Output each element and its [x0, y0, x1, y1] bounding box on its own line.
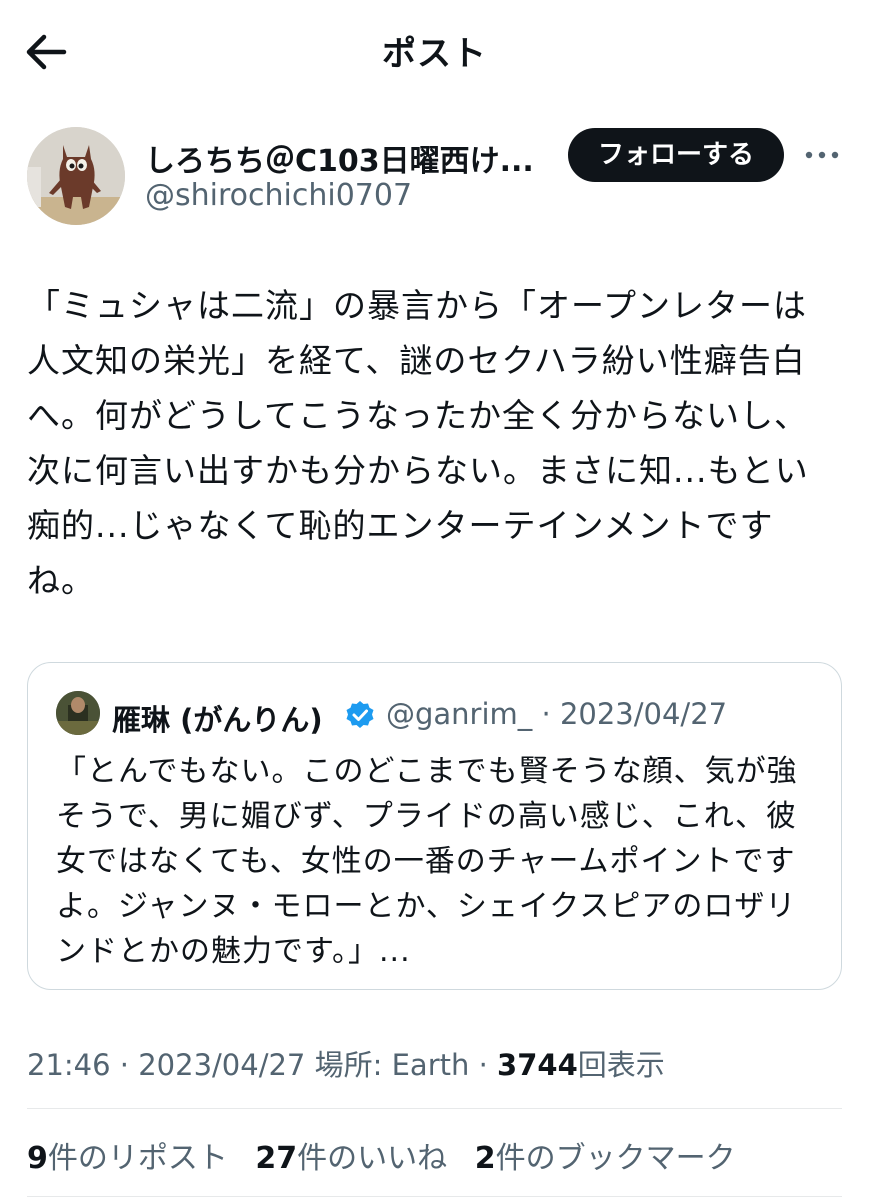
views-label: 回表示 — [577, 1048, 665, 1082]
page-title: ポスト — [382, 34, 487, 74]
top-bar: ポスト — [0, 0, 869, 100]
meta-separator: · — [119, 1048, 130, 1082]
quoted-author-avatar — [56, 691, 100, 735]
bookmarks-stat[interactable]: 2件のブックマーク — [475, 1133, 736, 1177]
post-time[interactable]: 21:46 — [27, 1048, 111, 1082]
reposts-label: 件のリポスト — [47, 1141, 228, 1176]
quoted-post-card[interactable]: 雁琳 (がんりん) @ganrim_ · 2023/04/27 「とんでもない。… — [27, 662, 842, 990]
more-horizontal-icon — [805, 151, 839, 159]
avatar-image — [27, 127, 125, 225]
follow-button[interactable]: フォローする — [568, 128, 784, 182]
author-display-name[interactable]: しろちち＠C103日曜西け... — [145, 136, 555, 180]
more-options-button[interactable] — [802, 138, 842, 172]
verified-badge-icon — [344, 699, 376, 731]
likes-count: 27 — [255, 1141, 298, 1176]
bookmarks-label: 件のブックマーク — [495, 1141, 736, 1176]
quoted-author-name: 雁琳 (がんりん) — [112, 703, 323, 737]
quoted-post-date: 2023/04/27 — [559, 697, 728, 731]
meta-separator: · — [478, 1048, 488, 1082]
likes-stat[interactable]: 27件のいいね — [255, 1133, 447, 1177]
likes-label: 件のいいね — [297, 1141, 448, 1176]
divider — [27, 1196, 842, 1197]
divider — [27, 1108, 842, 1109]
author-handle[interactable]: @shirochichi0707 — [145, 178, 412, 213]
quoted-author-handle: @ganrim_ — [386, 697, 533, 731]
author-avatar[interactable] — [27, 127, 125, 225]
post-detail-page: ポスト しろちち＠C103日曜西け... @shirochichi0707 フォ… — [0, 0, 869, 1200]
bookmarks-count: 2 — [474, 1141, 496, 1176]
quoted-post-meta: @ganrim_ · 2023/04/27 — [386, 697, 727, 731]
reposts-count: 9 — [27, 1141, 48, 1176]
reposts-stat[interactable]: 9件のリポスト — [27, 1133, 228, 1177]
views-count: 3744 — [497, 1048, 578, 1082]
engagement-stats: 9件のリポスト 27件のいいね 2件のブックマーク — [27, 1133, 754, 1177]
post-location: 場所: Earth — [314, 1048, 470, 1082]
avatar-image — [56, 691, 100, 735]
quoted-post-text: 「とんでもない。このどこまでも賢そうな顔、気が強 そうで、男に媚びず、プライドの… — [56, 754, 798, 969]
post-date[interactable]: 2023/04/27 — [138, 1048, 305, 1082]
post-meta-line: 21:46 · 2023/04/27 場所: Earth · 3744回表示 — [27, 1042, 665, 1084]
post-body-text: 「ミュシャは二流」の暴言から「オープンレターは 人文知の栄光」を経て、謎のセクハ… — [27, 286, 809, 600]
meta-separator: · — [541, 697, 551, 731]
